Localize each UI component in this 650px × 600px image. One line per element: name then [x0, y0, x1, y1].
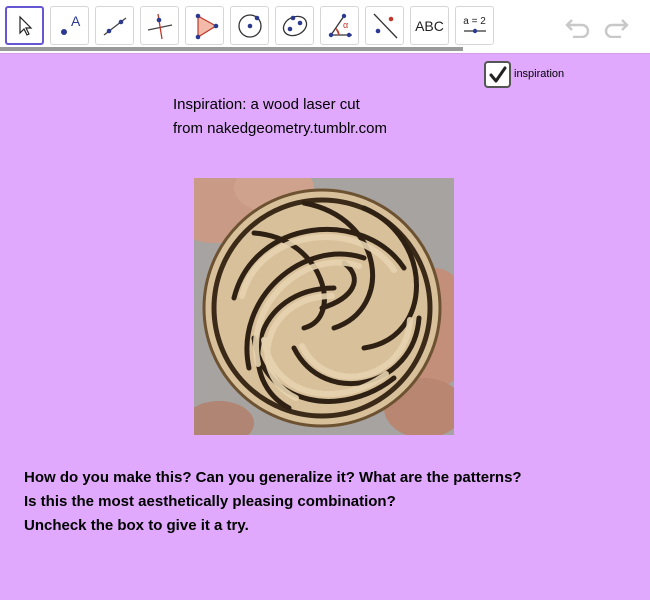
- slider-icon: [463, 28, 486, 33]
- text-tool-label: ABC: [415, 17, 444, 34]
- inspiration-checkbox[interactable]: [484, 61, 511, 88]
- point-tool-button[interactable]: A: [50, 6, 89, 45]
- circle-center-point-icon: [237, 13, 262, 38]
- toolbar: A α ABC a = 2: [0, 0, 650, 51]
- perpendicular-line-icon: [147, 13, 172, 39]
- perpendicular-line-tool-button[interactable]: [140, 6, 179, 45]
- point-tool-label: A: [71, 13, 81, 29]
- ellipse-tool-button[interactable]: [275, 6, 314, 45]
- wooden-knot-coaster-image: [194, 178, 454, 435]
- line-icon: [103, 16, 126, 36]
- checkmark-icon: [489, 66, 506, 82]
- slider-tool-button[interactable]: a = 2: [455, 6, 494, 45]
- polygon-icon: [195, 13, 218, 39]
- reflect-tool-button[interactable]: [365, 6, 404, 45]
- reflect-icon: [373, 13, 397, 38]
- undo-button[interactable]: [562, 12, 594, 40]
- angle-icon: [328, 13, 352, 37]
- circle-tool-button[interactable]: [230, 6, 269, 45]
- slider-tool-label: a = 2: [463, 15, 486, 27]
- question-line-2: Is this the most aesthetically pleasing …: [24, 493, 396, 510]
- text-tool-button[interactable]: ABC: [410, 6, 449, 45]
- inspiration-checkbox-label: inspiration: [514, 68, 565, 80]
- polygon-tool-button[interactable]: [185, 6, 224, 45]
- toolbar-scroll-indicator: [0, 47, 463, 51]
- question-line-1: How do you make this? Can you generalize…: [24, 469, 522, 486]
- arrow-pointer-icon: [18, 15, 32, 36]
- question-line-3: Uncheck the box to give it a try.: [24, 517, 249, 534]
- redo-icon: [604, 19, 629, 38]
- inspiration-text-line-2: from nakedgeometry.tumblr.com: [173, 120, 387, 137]
- redo-button[interactable]: [600, 12, 632, 40]
- angle-tool-button[interactable]: α: [320, 6, 359, 45]
- move-tool-button[interactable]: [5, 6, 44, 45]
- undo-icon: [565, 19, 590, 38]
- angle-tool-label: α: [343, 20, 349, 30]
- inspiration-text-line-1: Inspiration: a wood laser cut: [173, 96, 360, 113]
- line-tool-button[interactable]: [95, 6, 134, 45]
- ellipse-icon: [282, 15, 307, 36]
